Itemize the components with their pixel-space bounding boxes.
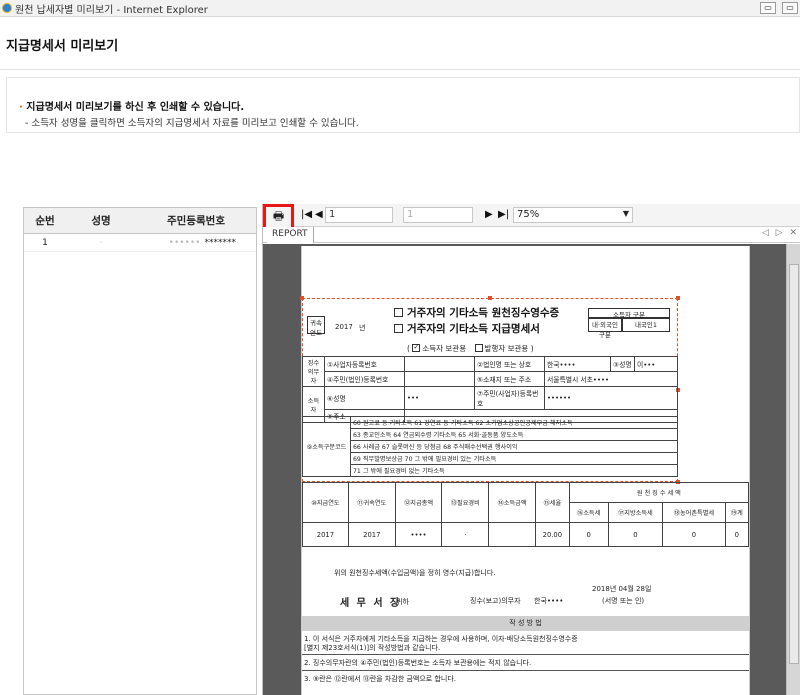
col-id: 주민등록번호 <box>167 215 225 227</box>
notice-line-2: - 소득자 성명을 클릭하면 소득자의 지급명세서 자료를 미리보고 인쇄할 수… <box>25 118 359 129</box>
next-page-icon[interactable]: ▶ <box>485 209 493 220</box>
office-title: 세 무 서 장 <box>340 598 402 609</box>
notice-box: · 지급명세서 미리보기를 하신 후 인쇄할 수 있습니다. - 소득자 성명을… <box>6 77 800 133</box>
ie-icon <box>2 3 12 13</box>
earner-type-label: 소득자 구분 <box>588 308 670 319</box>
bullet-icon: · <box>19 102 23 113</box>
signer-label: 징수(보고)의무자 <box>470 597 521 605</box>
year-suffix: 년 <box>359 324 366 332</box>
selection-handle[interactable] <box>676 296 680 300</box>
guide-line: 3. ⑨란은 ⑫란에서 ⑬란을 차감한 금액으로 합니다. <box>304 675 457 683</box>
guide-line: 2. 징수의무자란의 ④주민(법인)등록번호는 소득자 보관용에는 적지 않습니… <box>304 659 532 667</box>
minimize-button[interactable]: ▭ <box>760 2 776 14</box>
statement-text: 위의 원천징수세액(수입금액)을 정히 영수(지급)합니다. <box>334 569 496 577</box>
tab-controls[interactable]: ◁ ▷ ✕ <box>762 228 799 238</box>
signer-seal: (서명 또는 인) <box>602 597 645 605</box>
zoom-select[interactable]: 75% ▼ <box>513 207 633 223</box>
divider <box>302 670 749 671</box>
scrollbar-thumb[interactable] <box>789 264 799 664</box>
year-label: 귀속연도 <box>307 316 325 337</box>
guide-title: 작 성 방 법 <box>302 616 749 631</box>
col-name: 성명 <box>91 215 111 227</box>
income-kind-label: ⑨소득구분코드 <box>302 416 351 477</box>
document-page: 거주자의 기타소득 원천징수영수증 거주자의 기타소득 지급명세서 귀속연도 2… <box>300 246 750 695</box>
document-area[interactable]: 거주자의 기타소득 원천징수영수증 거주자의 기타소득 지급명세서 귀속연도 2… <box>263 244 800 695</box>
first-page-icon[interactable]: |◀ <box>301 209 312 220</box>
zoom-value: 75% <box>517 209 540 220</box>
viewer-toolbar: 🖶 |◀ ◀ 1 1 ▶ ▶| 75% ▼ <box>263 204 800 231</box>
guide-line: [별지 제23호서식(1)]의 작성방법과 같습니다. <box>304 644 441 652</box>
divider <box>302 654 749 655</box>
notice-line-1: · 지급명세서 미리보기를 하신 후 인쇄할 수 있습니다. <box>19 98 244 113</box>
issue-date: 2018년 04월 28일 <box>592 585 652 593</box>
row-name-link[interactable]: · <box>66 234 136 251</box>
form-title-2: 거주자의 기타소득 지급명세서 <box>407 323 540 335</box>
window-title: 원천 납세자별 미리보기 - Internet Explorer <box>15 4 208 16</box>
selection-handle[interactable] <box>300 296 304 300</box>
amount-table: ⑩지급연도 ⑪귀속연도 ⑫지급총액 ⑬필요경비 ⑭소득금액 ⑮세율 원 천 징 … <box>302 482 750 547</box>
notice-text-1: 지급명세서 미리보기를 하신 후 인쇄할 수 있습니다. <box>26 102 245 113</box>
earner-type-sub2: 내국인1 <box>622 318 670 332</box>
report-tabstrip: REPORT ◁ ▷ ✕ <box>263 227 800 243</box>
report-viewer: 🖶 |◀ ◀ 1 1 ▶ ▶| 75% ▼ REPORT ◁ ▷ ✕ 거주자의 … <box>262 204 800 695</box>
earner-type-sub1: 내·외국인 구분 <box>588 318 622 339</box>
year-value: 2017 <box>335 323 353 331</box>
current-page-input[interactable]: 1 <box>325 207 393 223</box>
payer-side-label: 징수의무자 <box>302 356 325 387</box>
form-title-1: 거주자의 기타소득 원천징수영수증 <box>407 307 560 319</box>
printer-icon: 🖶 <box>272 209 285 223</box>
earner-list: 순번 성명 주민등록번호 1 · •••••• ******* <box>23 207 257 695</box>
row-number: 1 <box>42 237 48 248</box>
copy-options: ( 소득자 보관용 발행자 보관용 ) <box>407 343 534 354</box>
window-titlebar: 원천 납세자별 미리보기 - Internet Explorer ▭ ▭ <box>0 0 800 17</box>
office-suffix: 귀하 <box>396 598 409 606</box>
row-id-prefix: •••••• <box>168 237 201 248</box>
prev-page-icon[interactable]: ◀ <box>315 209 323 220</box>
vertical-scrollbar[interactable] <box>786 244 800 695</box>
chevron-down-icon: ▼ <box>622 209 629 218</box>
signer-name: 한국•••• <box>534 597 564 605</box>
list-item[interactable]: 1 · •••••• ******* <box>24 234 256 252</box>
col-number: 순번 <box>35 215 55 227</box>
checkbox-issuer-copy[interactable] <box>474 344 483 352</box>
selection-handle[interactable] <box>488 296 492 300</box>
page-header: 지급명세서 미리보기 <box>0 17 800 70</box>
maximize-button[interactable]: ▭ <box>782 2 798 14</box>
last-page-icon[interactable]: ▶| <box>498 209 509 220</box>
form-titles: 거주자의 기타소득 원천징수영수증 거주자의 기타소득 지급명세서 <box>394 305 559 337</box>
row-id-mask: ******* <box>204 237 237 248</box>
party-info-table: 징수의무자 ①사업자등록번호 ②법인명 또는 상호 한국•••• ③성명 이••• … <box>302 356 678 423</box>
total-pages: 1 <box>403 207 473 223</box>
row-id: •••••• ******* <box>136 234 256 251</box>
page-title: 지급명세서 미리보기 <box>6 39 119 54</box>
tab-report[interactable]: REPORT <box>267 227 314 243</box>
income-kind-table: ⑨소득구분코드 60 원고료 등 기타소득 61 강연료 등 기타소득 62 소… <box>302 416 678 477</box>
checkbox-earner-copy[interactable] <box>412 344 421 352</box>
list-header: 순번 성명 주민등록번호 <box>24 208 256 234</box>
